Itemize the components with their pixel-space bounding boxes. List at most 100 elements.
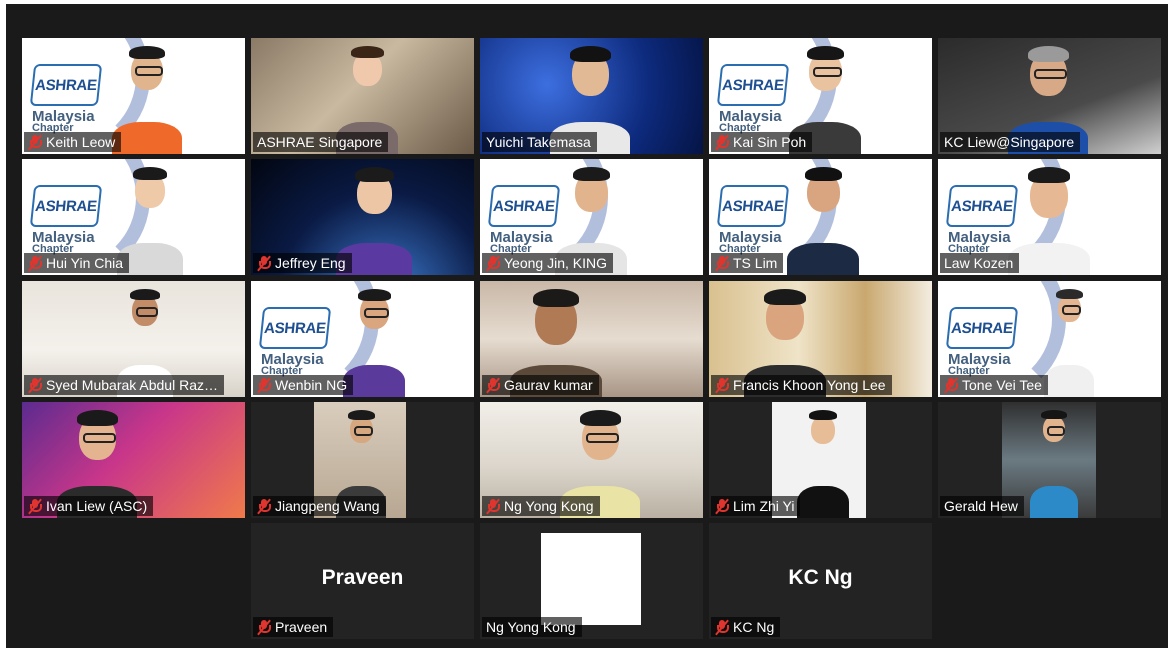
participant-figure (797, 402, 849, 518)
glasses-icon (354, 426, 373, 436)
participant-name: Praveen (275, 619, 328, 635)
video-tile[interactable]: Francis Khoon Yong Lee (709, 281, 932, 397)
participant-hair (358, 289, 391, 301)
glasses-icon (136, 307, 158, 317)
participant-hair (805, 167, 842, 181)
video-tile[interactable]: ASHRAE Malaysia Chapter Law Kozen (938, 159, 1161, 275)
video-tile[interactable]: KC Ng KC Ng (709, 523, 932, 639)
ashrae-logo-mark: ASHRAE (258, 307, 332, 349)
participant-name: Gaurav kumar (504, 377, 593, 393)
participant-figure (1044, 281, 1094, 397)
participant-display-name: Praveen (321, 566, 404, 589)
ashrae-logo: ASHRAE Malaysia Chapter (258, 307, 347, 377)
mic-muted-icon (28, 134, 42, 151)
video-tile[interactable]: Yuichi Takemasa (480, 38, 703, 154)
participant-hair (77, 410, 118, 426)
ashrae-logo-mark: ASHRAE (29, 185, 103, 227)
glasses-icon (364, 308, 389, 318)
participant-name: Jeffrey Eng (275, 255, 346, 271)
participant-nameplate: Yuichi Takemasa (482, 132, 597, 152)
participant-body (1008, 243, 1090, 275)
mic-muted-icon (715, 498, 729, 515)
video-tile[interactable]: Jiangpeng Wang (251, 402, 474, 518)
participant-hair (764, 289, 806, 305)
participant-name: Ivan Liew (ASC) (46, 498, 148, 514)
participant-nameplate: KC Liew@Singapore (940, 132, 1081, 152)
participant-figure (1008, 159, 1090, 275)
participant-name: Kai Sin Poh (733, 134, 807, 150)
video-tile[interactable]: Syed Mubarak Abdul Raz… (22, 281, 245, 397)
participant-hair (580, 410, 621, 426)
glasses-icon (135, 66, 163, 76)
participant-name: Jiangpeng Wang (275, 498, 380, 514)
participant-hair (1056, 289, 1083, 299)
ashrae-logo-mark: ASHRAE (29, 64, 103, 106)
video-tile[interactable]: ASHRAE Singapore (251, 38, 474, 154)
participant-body (797, 486, 849, 518)
participant-name: KC Ng (733, 619, 775, 635)
participant-hair (355, 167, 394, 182)
video-tile[interactable]: ASHRAE Malaysia Chapter TS Lim (709, 159, 932, 275)
participant-nameplate: Gaurav kumar (482, 375, 599, 395)
video-gallery: ASHRAE Malaysia Chapter Keith Leow ASHRAE Si… (6, 4, 1168, 648)
participant-nameplate: Tone Vei Tee (940, 375, 1048, 395)
participant-name: KC Liew@Singapore (944, 134, 1075, 150)
participant-body (112, 122, 182, 154)
video-tile[interactable]: Jeffrey Eng (251, 159, 474, 275)
ashrae-logo-mark: ASHRAE (716, 64, 790, 106)
participant-hair (1041, 410, 1067, 419)
participant-nameplate: Syed Mubarak Abdul Raz… (24, 375, 224, 395)
video-tile[interactable]: Lim Zhi Yi (709, 402, 932, 518)
video-tile[interactable]: Gerald Hew (938, 402, 1161, 518)
video-tile[interactable]: Praveen Praveen (251, 523, 474, 639)
participant-nameplate: Law Kozen (940, 253, 1020, 273)
ashrae-logo: ASHRAE Malaysia Chapter (29, 185, 118, 255)
participant-figure (787, 159, 859, 275)
participant-nameplate: Jeffrey Eng (253, 253, 352, 273)
video-tile[interactable]: Ng Yong Kong (480, 523, 703, 639)
mic-muted-icon (486, 255, 500, 272)
video-tile[interactable]: ASHRAE Malaysia Chapter Tone Vei Tee (938, 281, 1161, 397)
participant-name: Wenbin NG (275, 377, 348, 393)
participant-name: Gerald Hew (944, 498, 1018, 514)
mic-muted-icon (257, 619, 271, 636)
participant-nameplate: Francis Khoon Yong Lee (711, 375, 892, 395)
video-tile[interactable]: KC Liew@Singapore (938, 38, 1161, 154)
participant-head (811, 416, 835, 444)
ashrae-logo: ASHRAE Malaysia Chapter (945, 307, 1034, 377)
participant-name: Tone Vei Tee (962, 377, 1042, 393)
participant-nameplate: Ng Yong Kong (482, 496, 600, 516)
video-tile[interactable]: ASHRAE Malaysia Chapter Hui Yin Chia (22, 159, 245, 275)
mic-muted-icon (28, 498, 42, 515)
participant-name: Yeong Jin, KING (504, 255, 607, 271)
participant-nameplate: Keith Leow (24, 132, 122, 152)
participant-nameplate: Wenbin NG (253, 375, 354, 395)
glasses-icon (813, 67, 842, 77)
video-tile[interactable]: ASHRAE Malaysia Chapter Kai Sin Poh (709, 38, 932, 154)
glasses-icon (586, 433, 619, 443)
ashrae-logo-mark: ASHRAE (945, 307, 1019, 349)
mic-muted-icon (257, 377, 271, 394)
participant-hair (573, 167, 610, 181)
participant-nameplate: ASHRAE Singapore (253, 132, 389, 152)
mic-muted-icon (486, 377, 500, 394)
mic-muted-icon (944, 377, 958, 394)
participant-hair (348, 410, 375, 420)
video-tile[interactable]: Gaurav kumar (480, 281, 703, 397)
participant-nameplate: Lim Zhi Yi (711, 496, 801, 516)
participant-nameplate: Hui Yin Chia (24, 253, 130, 273)
participant-hair (1028, 46, 1069, 62)
video-tile[interactable]: ASHRAE Malaysia Chapter Yeong Jin, KING (480, 159, 703, 275)
video-tile[interactable]: Ng Yong Kong (480, 402, 703, 518)
mic-muted-icon (715, 255, 729, 272)
participant-hair (533, 289, 579, 307)
video-tile[interactable]: ASHRAE Malaysia Chapter Wenbin NG (251, 281, 474, 397)
participant-hair (129, 46, 165, 59)
participant-name: Yuichi Takemasa (486, 134, 591, 150)
participant-figure (1030, 402, 1078, 518)
glasses-icon (1047, 426, 1065, 436)
video-tile[interactable]: ASHRAE Malaysia Chapter Keith Leow (22, 38, 245, 154)
video-tile[interactable]: Ivan Liew (ASC) (22, 402, 245, 518)
participant-hair (807, 46, 844, 60)
participant-nameplate: Kai Sin Poh (711, 132, 813, 152)
